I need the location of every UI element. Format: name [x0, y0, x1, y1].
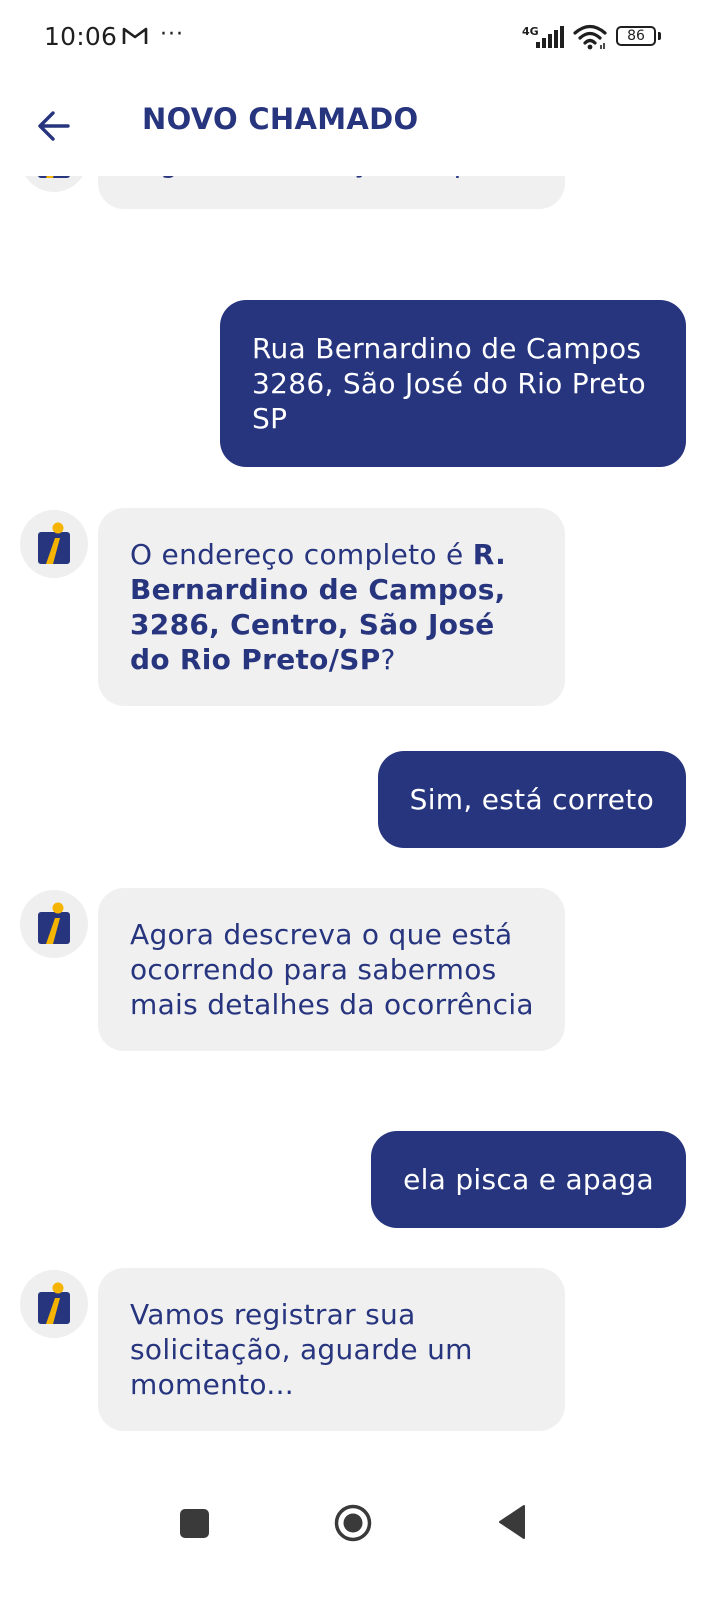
user-message: Rua Bernardino de Campos 3286, São José … — [220, 300, 686, 467]
arrow-left-icon — [38, 111, 70, 141]
page-title: NOVO CHAMADO — [142, 102, 419, 136]
brand-logo-icon — [38, 902, 70, 944]
brand-logo-icon — [38, 522, 70, 564]
status-time: 10:06 — [44, 22, 118, 51]
bot-avatar — [20, 176, 88, 192]
recent-apps-icon[interactable] — [180, 1509, 209, 1538]
bot-avatar — [20, 890, 88, 958]
chat-thread[interactable]: Digite o endereço completo Rua Bernardin… — [0, 176, 720, 1476]
battery-icon: 86 — [616, 26, 656, 46]
app-bar: NOVO CHAMADO — [0, 78, 720, 176]
bot-message: Digite o endereço completo — [98, 176, 565, 209]
user-message: Sim, está correto — [377, 751, 686, 848]
brand-logo-icon — [38, 1282, 70, 1324]
wifi-icon — [573, 23, 609, 55]
brand-logo-icon — [38, 176, 70, 178]
bot-avatar — [20, 1270, 88, 1338]
bot-message: Vamos registrar sua solicitação, aguarde… — [98, 1268, 565, 1431]
user-message: ela pisca e apaga — [371, 1131, 686, 1228]
signal-icon: 4G — [522, 24, 566, 54]
system-nav-bar — [0, 1476, 720, 1600]
status-bar: 10:06 ··· 4G 86 — [0, 0, 720, 78]
network-label: 4G — [522, 25, 539, 38]
back-triangle-icon[interactable] — [497, 1504, 527, 1544]
home-icon[interactable] — [333, 1503, 373, 1547]
bot-message: Agora descreva o que está ocorrendo para… — [98, 888, 565, 1051]
more-dots-icon: ··· — [160, 22, 184, 47]
bot-message: O endereço completo é R. Bernardino de C… — [98, 508, 565, 706]
bot-avatar — [20, 510, 88, 578]
battery-tip — [658, 32, 661, 40]
message-text: O endereço completo é — [130, 538, 473, 571]
message-text: ? — [380, 643, 396, 676]
gmail-icon — [122, 26, 148, 50]
back-button[interactable] — [28, 100, 80, 152]
